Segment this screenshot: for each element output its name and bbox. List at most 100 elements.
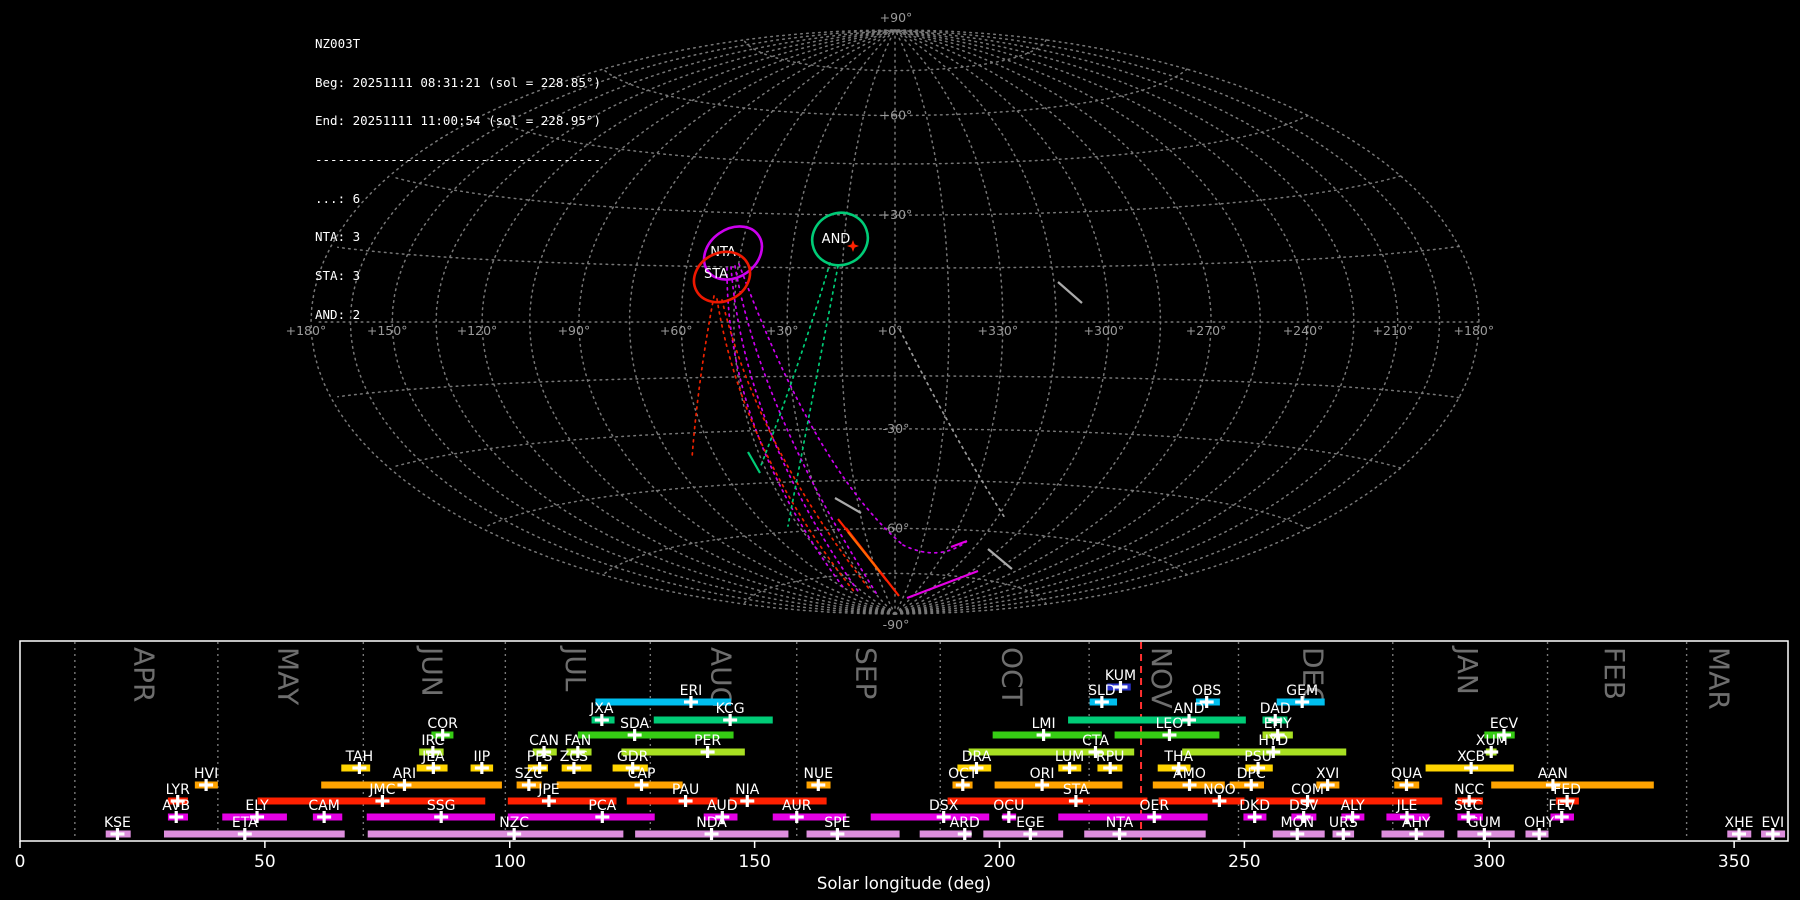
x-tick-label: 0	[15, 852, 26, 872]
shower-bar-avb: AVB	[162, 798, 190, 823]
meteor-track-dotted	[716, 298, 857, 595]
month-label: OCT	[996, 647, 1029, 707]
shower-activity-bar	[366, 813, 496, 821]
count-nta: NTA: 3	[315, 229, 361, 245]
lat-axis-label: -90°	[883, 617, 910, 632]
lon-axis-label: +210°	[1373, 323, 1414, 338]
shower-bar-qua: QUA	[1391, 766, 1422, 791]
shower-bar-nda: NDA	[635, 815, 789, 840]
x-tick-label: 250	[1228, 852, 1260, 872]
shower-bar-kse: KSE	[104, 815, 131, 840]
lon-axis-label: +270°	[1186, 323, 1227, 338]
shower-activity-bar	[947, 797, 1148, 805]
meteor-track-dotted	[726, 267, 844, 588]
shower-activity-bar	[507, 813, 655, 821]
grid-parallel	[485, 114, 1309, 165]
shower-bar-mon: MON	[1272, 815, 1325, 840]
month-label: APR	[127, 647, 160, 703]
month-label: FEB	[1598, 647, 1631, 700]
station-id: NZ003T	[315, 35, 361, 51]
x-tick-label: 100	[494, 852, 526, 872]
lat-axis-label: +60°	[880, 108, 913, 123]
month-label: JUN	[415, 645, 448, 697]
meteor-track-dotted	[899, 329, 1006, 519]
shower-bar-evi: EVI	[1761, 815, 1786, 840]
shower-bar-rpu: RPU	[1096, 749, 1124, 774]
shower-bar-dkd: DKD	[1239, 798, 1270, 823]
grid-meridian	[894, 29, 1480, 615]
shower-activity-bar	[163, 830, 345, 838]
count-sporadic: ...: 6	[315, 190, 361, 206]
lon-axis-label: +30°	[766, 323, 799, 338]
x-tick-label: 350	[1718, 852, 1750, 872]
lon-axis-label: +330°	[978, 323, 1019, 338]
meteor-track-dotted	[902, 541, 967, 554]
lon-axis-label: +300°	[1083, 323, 1124, 338]
shower-bar-iip: IIP	[470, 749, 494, 774]
shower-bar-ohy: OHY	[1524, 815, 1555, 840]
shower-bar-oct: OCT	[948, 766, 978, 791]
shower-activity-bar	[983, 830, 1064, 838]
shower-bar-lum: LUM	[1055, 749, 1084, 774]
shower-bar-nue: NUE	[804, 766, 833, 791]
shower-activity-bar	[556, 781, 683, 789]
meteor-segment	[747, 451, 761, 474]
separator-line: --------------------------------------	[315, 151, 601, 167]
x-tick-label: 50	[254, 852, 276, 872]
month-label: MAR	[1702, 647, 1735, 710]
lat-axis-label: -30°	[883, 421, 910, 436]
end-time: End: 20251111 11:00:54 (sol = 228.95°)	[315, 113, 601, 129]
shower-bar-xcb: XCB	[1425, 749, 1514, 774]
lat-axis-label: -60°	[883, 521, 910, 536]
lon-axis-label: +0°	[878, 323, 903, 338]
shower-bar-sld: SLD	[1088, 683, 1118, 708]
month-label: JAN	[1451, 645, 1484, 695]
shower-bar-urs: URS	[1329, 815, 1358, 840]
radiant-label-and: AND	[822, 232, 851, 247]
x-tick-label: 300	[1473, 852, 1505, 872]
lon-axis-label: +240°	[1283, 323, 1324, 338]
shower-bar-cam: CAM	[308, 798, 343, 823]
month-label: MAY	[272, 647, 305, 706]
meteor-segment	[1057, 281, 1083, 304]
shower-bar-zcs: ZCS	[560, 749, 592, 774]
shower-activity-bar	[367, 830, 624, 838]
begin-time: Beg: 20251111 08:31:21 (sol = 228.85°)	[315, 74, 601, 90]
shower-activity-bar	[626, 797, 718, 805]
shower-activity-bar	[806, 830, 900, 838]
shower-activity-bar	[994, 781, 1123, 789]
month-label: NOV	[1145, 647, 1178, 709]
lon-axis-label: +60°	[660, 323, 693, 338]
shower-bar-jea: JEA	[416, 749, 448, 774]
x-axis-title: Solar longitude (deg)	[817, 874, 991, 893]
x-tick-label: 150	[738, 852, 770, 872]
shower-activity-bar	[1084, 830, 1206, 838]
shower-bar-ege: EGE	[983, 815, 1064, 840]
lon-axis-label: +180°	[1454, 323, 1495, 338]
shower-activity-bar	[1158, 797, 1245, 805]
lat-axis-label: +90°	[880, 10, 913, 25]
shower-bar-xhe: XHE	[1725, 815, 1754, 840]
x-tick-label: 200	[983, 852, 1015, 872]
grid-parallel	[337, 375, 1460, 399]
shower-activity-bar	[321, 781, 502, 789]
meteor-segment	[987, 548, 1013, 570]
meteor-observation-screen: +180° +150° +120° +90° +60° +30° +0° +330° +300°…	[0, 0, 1800, 900]
lat-axis-label: +30°	[880, 207, 913, 222]
shower-bar-jxa: JXA	[589, 701, 615, 726]
count-and: AND: 2	[315, 306, 361, 322]
shower-bar-tah: TAH	[341, 749, 373, 774]
count-sta: STA: 3	[315, 268, 361, 284]
shower-bar-hvi: HVI	[194, 766, 218, 791]
observation-info-block: NZ003T Beg: 20251111 08:31:21 (sol = 228…	[315, 12, 601, 348]
shower-activity-bar	[653, 716, 773, 724]
meteor-track-dotted	[738, 263, 904, 546]
month-label: JUL	[559, 645, 592, 692]
radiant-map-and-timeline: +180° +150° +120° +90° +60° +30° +0° +330° +300°…	[15, 10, 1789, 893]
meteor-segment	[950, 539, 968, 549]
shower-activity-bar	[595, 698, 732, 706]
meteor-track-dotted	[787, 265, 839, 527]
radiant-label-sta: STA	[704, 267, 728, 282]
activity-timeline-chart: APR MAY JUN JUL AUG SEP OCT NOV DEC JAN FEB MARKUME…	[15, 640, 1789, 893]
month-label: SEP	[849, 647, 882, 699]
